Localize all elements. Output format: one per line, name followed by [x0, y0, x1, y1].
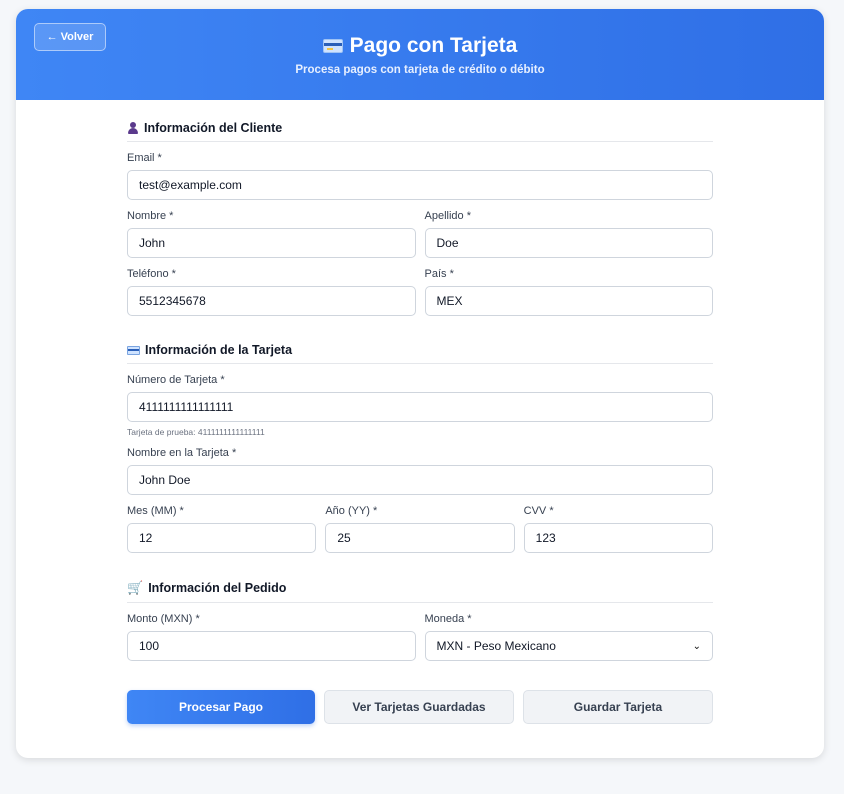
phone-label: Teléfono * — [127, 268, 176, 280]
payment-form: Información del Cliente Email * test@exa… — [127, 121, 713, 724]
amount-label: Monto (MXN) * — [127, 613, 200, 625]
page-title: Pago con Tarjeta — [16, 9, 824, 58]
page-title-text: Pago con Tarjeta — [349, 34, 518, 57]
payment-card: ← Volver Pago con Tarjeta Procesa pagos … — [16, 9, 824, 758]
card-holder-label: Nombre en la Tarjeta * — [127, 447, 237, 459]
last-name-field[interactable]: Doe — [424, 228, 713, 258]
credit-card-icon — [127, 345, 140, 355]
year-label: Año (YY) * — [325, 505, 378, 517]
section-card-title: Información de la Tarjeta — [127, 343, 713, 364]
amount-currency-row: Monto (MXN) * 100 Moneda * MXN - Peso Me… — [127, 613, 713, 661]
credit-card-icon — [322, 39, 343, 53]
person-icon — [127, 122, 139, 134]
card-holder-field[interactable]: John Doe — [127, 465, 713, 495]
email-label: Email * — [127, 152, 162, 164]
country-group: País * MEX — [424, 268, 713, 316]
card-number-hint: Tarjeta de prueba: 4111111111111111 — [127, 427, 265, 437]
year-group: Año (YY) * 25 — [325, 505, 515, 553]
section-card-label: Información de la Tarjeta — [145, 343, 293, 357]
chevron-down-icon: ⌄ — [692, 640, 701, 652]
currency-label: Moneda * — [424, 613, 472, 625]
phone-group: Teléfono * 5512345678 — [127, 268, 416, 316]
shopping-cart-icon: 🛒 — [127, 580, 144, 595]
year-field[interactable]: 25 — [325, 523, 515, 553]
back-button[interactable]: ← Volver — [34, 23, 106, 51]
currency-select[interactable]: MXN - Peso Mexicano ⌄ — [424, 631, 713, 661]
page-subtitle: Procesa pagos con tarjeta de crédito o d… — [295, 64, 545, 76]
last-name-label: Apellido * — [424, 210, 471, 222]
country-label: País * — [424, 268, 454, 280]
email-field-group: Email * test@example.com — [127, 152, 713, 200]
card-number-field[interactable]: 4111111111111111 — [127, 392, 713, 422]
name-row: Nombre * John Apellido * Doe — [127, 210, 713, 258]
save-card-button[interactable]: Guardar Tarjeta — [523, 690, 713, 724]
header: ← Volver Pago con Tarjeta Procesa pagos … — [16, 9, 824, 100]
cvv-field[interactable]: 123 — [523, 523, 713, 553]
section-customer-title: Información del Cliente — [127, 121, 713, 142]
month-group: Mes (MM) * 12 — [127, 505, 317, 553]
card-number-label: Número de Tarjeta * — [127, 374, 225, 386]
first-name-group: Nombre * John — [127, 210, 416, 258]
amount-group: Monto (MXN) * 100 — [127, 613, 416, 661]
email-field[interactable]: test@example.com — [127, 170, 713, 200]
section-order-label: Información del Pedido — [148, 581, 287, 595]
amount-field[interactable]: 100 — [127, 631, 416, 661]
phone-field[interactable]: 5512345678 — [127, 286, 416, 316]
first-name-field[interactable]: John — [127, 228, 416, 258]
cvv-label: CVV * — [523, 505, 554, 517]
card-number-group: Número de Tarjeta * 4111111111111111 Tar… — [127, 374, 713, 437]
process-payment-button[interactable]: Procesar Pago — [127, 690, 315, 724]
card-holder-group: Nombre en la Tarjeta * John Doe — [127, 447, 713, 495]
month-field[interactable]: 12 — [127, 523, 317, 553]
last-name-group: Apellido * Doe — [424, 210, 713, 258]
section-order-title: 🛒 Información del Pedido — [127, 580, 713, 603]
currency-select-value: MXN - Peso Mexicano — [436, 639, 556, 653]
country-field[interactable]: MEX — [424, 286, 713, 316]
month-label: Mes (MM) * — [127, 505, 184, 517]
view-saved-cards-button[interactable]: Ver Tarjetas Guardadas — [324, 690, 514, 724]
first-name-label: Nombre * — [127, 210, 174, 222]
cvv-group: CVV * 123 — [523, 505, 713, 553]
action-buttons: Procesar Pago Ver Tarjetas Guardadas Gua… — [127, 690, 713, 724]
expiry-cvv-row: Mes (MM) * 12 Año (YY) * 25 CVV * 123 — [127, 505, 713, 553]
phone-country-row: Teléfono * 5512345678 País * MEX — [127, 268, 713, 316]
currency-group: Moneda * MXN - Peso Mexicano ⌄ — [424, 613, 713, 661]
section-customer-label: Información del Cliente — [144, 121, 283, 135]
